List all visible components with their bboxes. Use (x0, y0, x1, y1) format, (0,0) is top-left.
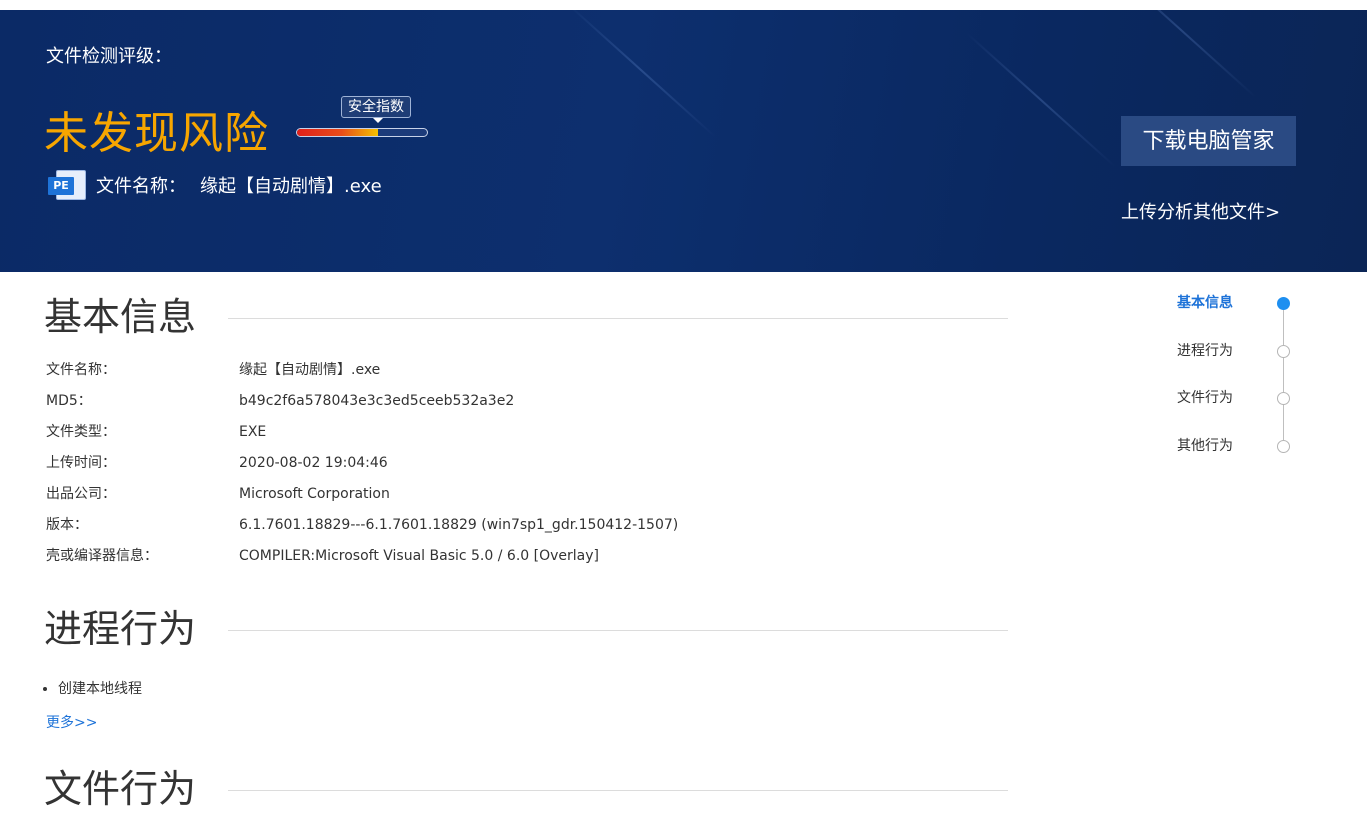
process-behavior-list: 创建本地线程 (40, 678, 142, 700)
nav-item-file-behavior[interactable]: 文件行为 (1170, 386, 1300, 410)
nav-item-label: 进程行为 (1177, 343, 1233, 359)
divider (228, 318, 1008, 319)
info-value: b49c2f6a578043e3c3ed5ceeb532a3e2 (239, 393, 515, 409)
info-key: 上传时间： (46, 455, 116, 471)
info-key: 版本： (46, 517, 88, 533)
nav-dot-icon (1277, 345, 1290, 358)
info-value: 6.1.7601.18829---6.1.7601.18829 (win7sp1… (239, 517, 679, 533)
decor-streak (566, 10, 716, 138)
info-row: 出品公司： Microsoft Corporation (46, 479, 678, 510)
rating-title: 文件检测评级： (46, 46, 172, 67)
info-value: COMPILER:Microsoft Visual Basic 5.0 / 6.… (239, 548, 599, 564)
info-key: 文件类型： (46, 424, 116, 440)
safety-index-tooltip: 安全指数 (341, 96, 411, 118)
nav-dot-icon (1277, 392, 1290, 405)
nav-item-basic-info[interactable]: 基本信息 (1170, 291, 1300, 315)
list-item: 创建本地线程 (58, 678, 142, 700)
info-value: 2020-08-02 19:04:46 (239, 455, 388, 471)
safety-index-fill (297, 129, 378, 136)
info-row: 文件类型： EXE (46, 417, 678, 448)
nav-dot-icon (1277, 297, 1290, 310)
nav-item-process-behavior[interactable]: 进程行为 (1170, 339, 1300, 363)
file-name-line: 文件名称： 缘起【自动剧情】.exe (96, 172, 382, 198)
basic-info-table: 文件名称： 缘起【自动剧情】.exe MD5： b49c2f6a578043e3c3… (46, 355, 678, 572)
info-value: Microsoft Corporation (239, 486, 390, 502)
nav-item-other-behavior[interactable]: 其他行为 (1170, 434, 1300, 458)
nav-item-label: 其他行为 (1177, 438, 1233, 454)
info-row: MD5： b49c2f6a578043e3c3ed5ceeb532a3e2 (46, 386, 678, 417)
info-row: 上传时间： 2020-08-02 19:04:46 (46, 448, 678, 479)
upload-other-file-link[interactable]: 上传分析其他文件> (1121, 198, 1280, 224)
section-title: 文件行为 (44, 767, 197, 811)
pe-file-icon: PE (48, 170, 88, 200)
nav-dot-icon (1277, 440, 1290, 453)
decor-streak (966, 32, 1116, 168)
file-name-label: 文件名称： (96, 176, 186, 197)
info-key: 出品公司： (46, 486, 116, 502)
basic-info-header: 基本信息 (44, 292, 1008, 342)
info-key: MD5： (46, 393, 92, 409)
file-behavior-header: 文件行为 (44, 764, 1008, 814)
section-title: 基本信息 (44, 295, 197, 339)
file-name-value: 缘起【自动剧情】.exe (200, 176, 382, 197)
nav-item-label: 基本信息 (1177, 295, 1233, 311)
risk-level: 未发现风险 (44, 108, 269, 159)
download-pc-manager-button[interactable]: 下载电脑管家 (1121, 116, 1296, 166)
info-key: 壳或编译器信息： (46, 548, 158, 564)
info-row: 版本： 6.1.7601.18829---6.1.7601.18829 (win7… (46, 510, 678, 541)
process-behavior-header: 进程行为 (44, 604, 1008, 654)
section-nav: 基本信息 进程行为 文件行为 其他行为 (1170, 285, 1300, 465)
nav-line (1283, 303, 1284, 446)
info-row: 壳或编译器信息： COMPILER:Microsoft Visual Basic … (46, 541, 678, 572)
info-value: EXE (239, 424, 267, 440)
nav-item-label: 文件行为 (1177, 390, 1233, 406)
result-banner: 文件检测评级： 未发现风险 安全指数 PE 文件名称： 缘起【自动剧情】.exe … (0, 10, 1367, 272)
decor-streak (1106, 10, 1256, 98)
more-link[interactable]: 更多>> (46, 712, 97, 732)
divider (228, 630, 1008, 631)
info-value: 缘起【自动剧情】.exe (239, 362, 381, 378)
safety-index-bar (296, 128, 428, 137)
section-title: 进程行为 (44, 607, 197, 651)
info-row: 文件名称： 缘起【自动剧情】.exe (46, 355, 678, 386)
divider (228, 790, 1008, 791)
tooltip-arrow-icon (373, 118, 383, 123)
info-key: 文件名称： (46, 362, 116, 378)
